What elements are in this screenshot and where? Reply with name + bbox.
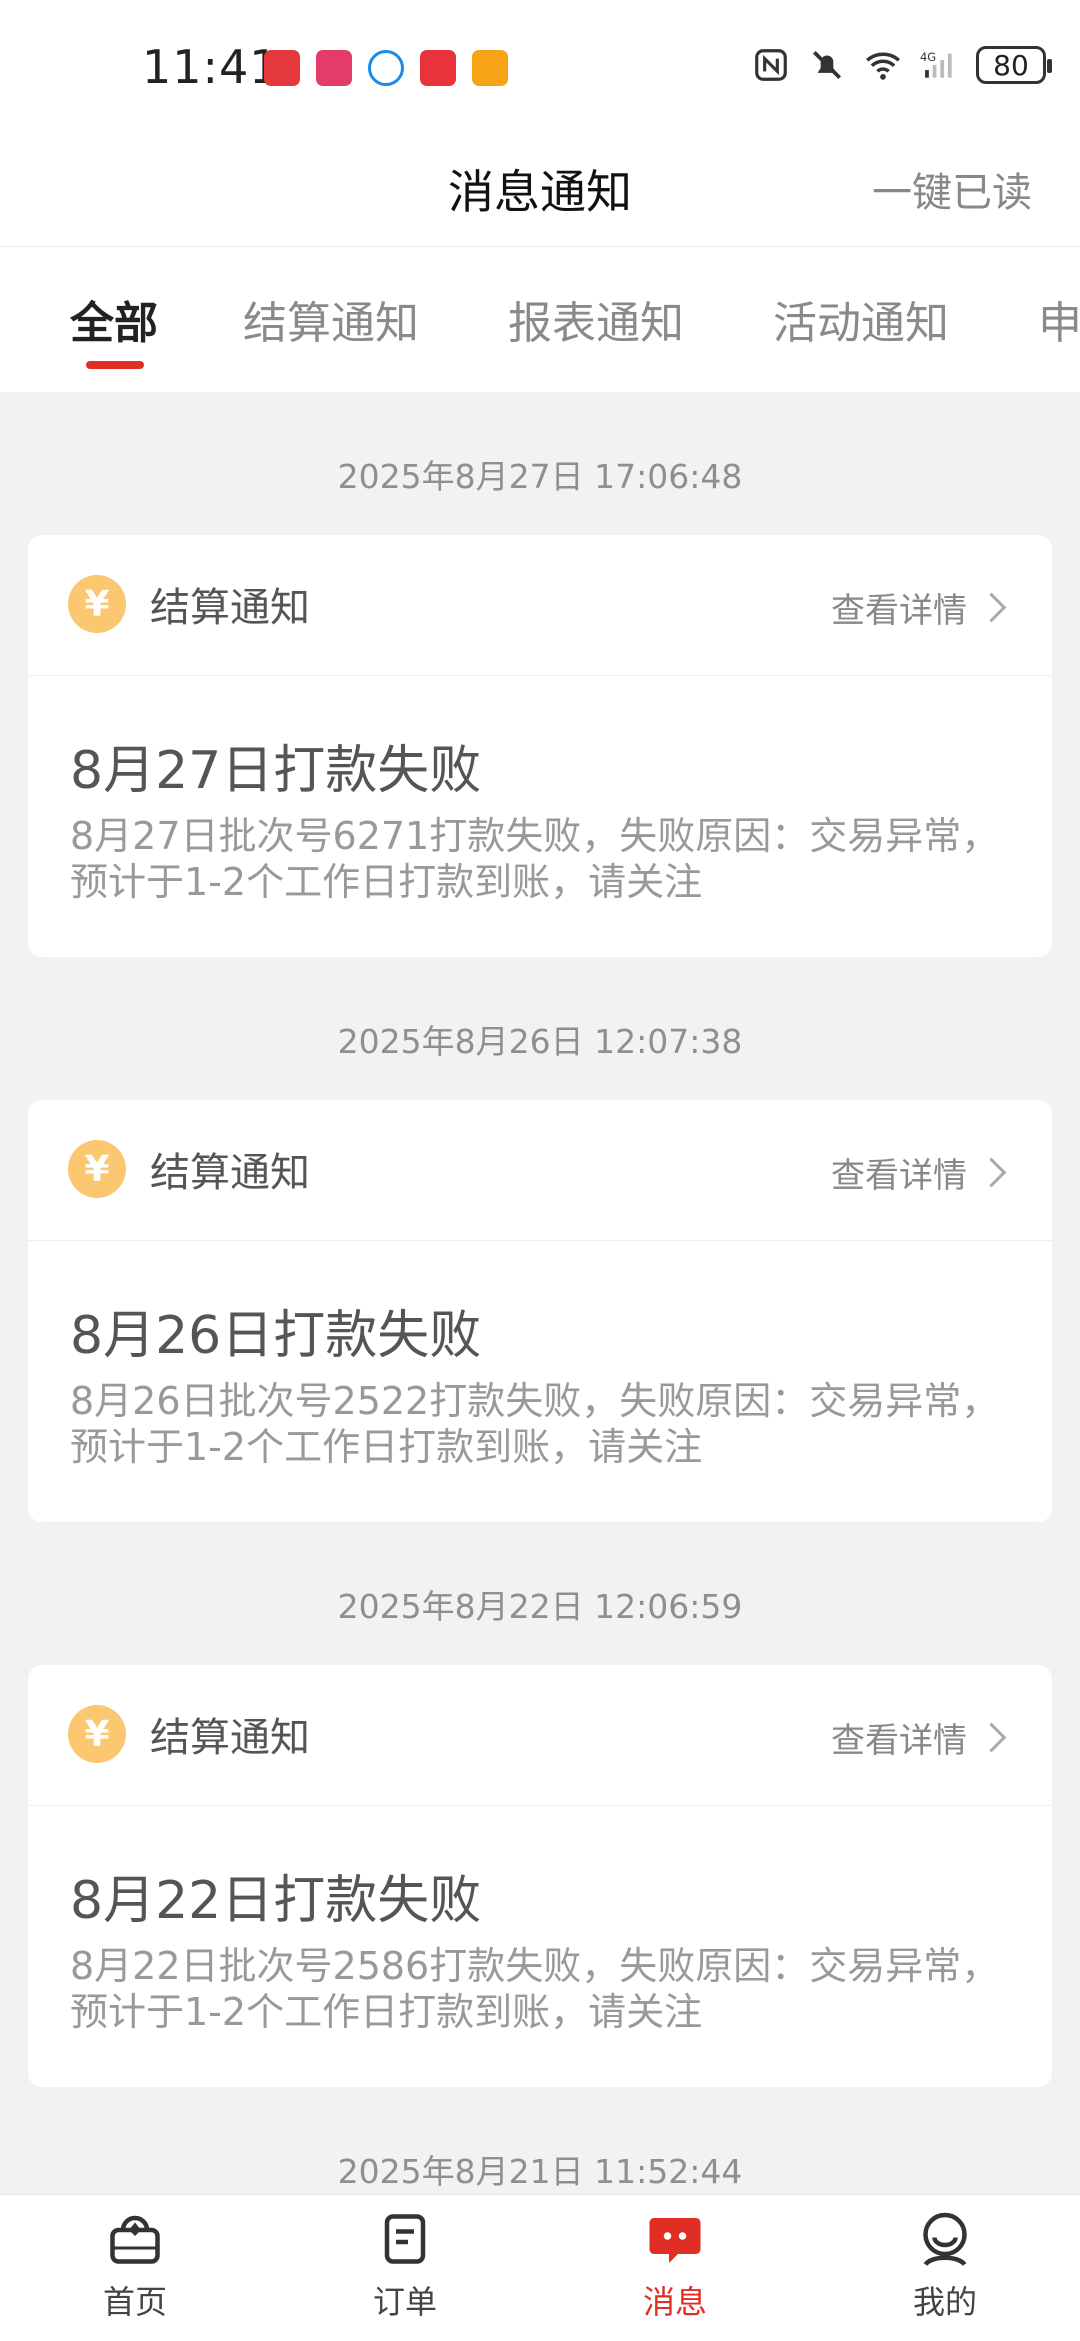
message-group: 2025年8月21日 11:52:44 [0, 2087, 1080, 2194]
message-timestamp: 2025年8月27日 17:06:48 [337, 457, 743, 496]
header: 消息通知 一键已读 [0, 130, 1080, 247]
nav-orders[interactable]: 订单 [325, 2209, 485, 2323]
home-icon [110, 2215, 160, 2264]
nav-home[interactable]: 首页 [55, 2209, 215, 2323]
tab-settlement[interactable]: 结算通知 [243, 287, 419, 351]
active-tab-indicator [86, 361, 144, 369]
chevron-right-icon [976, 1722, 1007, 1753]
bottom-nav: 首页 订单 消息 我的 [0, 2194, 1080, 2341]
nav-label: 我的 [912, 2283, 977, 2321]
view-detail-link[interactable]: 查看详情 [831, 1713, 1007, 1762]
nav-label: 首页 [102, 2283, 167, 2321]
message-card-header: ¥ 结算通知 查看详情 [28, 1100, 1052, 1241]
message-card-body: 8月27日打款失败 8月27日批次号6271打款失败，失败原因：交易异常，预计于… [28, 676, 1052, 957]
category-tabs: 全部 结算通知 报表通知 活动通知 申 [0, 247, 1080, 392]
message-card-header: ¥ 结算通知 查看详情 [28, 535, 1052, 676]
message-type: 结算通知 [150, 1715, 310, 1761]
view-detail-link[interactable]: 查看详情 [831, 583, 1007, 632]
view-detail-label: 查看详情 [831, 591, 967, 631]
message-card-header: ¥ 结算通知 查看详情 [28, 1665, 1052, 1806]
message-title: 8月27日打款失败 [70, 741, 482, 801]
message-card[interactable]: ¥ 结算通知 查看详情 8月26日打款失败 8月26日批次号2522打款失败，失… [28, 1100, 1052, 1522]
message-card[interactable]: ¥ 结算通知 查看详情 8月27日打款失败 8月27日批次号6271打款失败，失… [28, 535, 1052, 957]
message-timestamp: 2025年8月26日 12:07:38 [337, 1022, 743, 1061]
message-list[interactable]: 2025年8月27日 17:06:48 ¥ 结算通知 查看详情 8月27日打款失… [0, 392, 1080, 2194]
nav-label: 订单 [372, 2283, 437, 2321]
signal-4g-icon: 4G [920, 50, 952, 78]
message-group: 2025年8月22日 12:06:59 ¥ 结算通知 查看详情 8月22日打款失… [0, 1522, 1080, 2087]
view-detail-label: 查看详情 [831, 1721, 967, 1761]
view-detail-link[interactable]: 查看详情 [831, 1148, 1007, 1197]
yen-icon: ¥ [68, 1705, 126, 1763]
view-detail-label: 查看详情 [831, 1156, 967, 1196]
message-text: 8月27日批次号6271打款失败，失败原因：交易异常，预计于1-2个工作日打款到… [70, 814, 1000, 904]
message-group: 2025年8月27日 17:06:48 ¥ 结算通知 查看详情 8月27日打款失… [0, 392, 1080, 957]
huawei-app-icon [316, 50, 352, 86]
mark-all-read-button[interactable]: 一键已读 [872, 160, 1032, 218]
status-bar: 11:41 4G 80 [0, 0, 1080, 130]
chevron-right-icon [976, 1157, 1007, 1188]
tab-apply[interactable]: 申 [1038, 287, 1080, 351]
tab-activity[interactable]: 活动通知 [773, 287, 949, 351]
jd-app-icon [264, 50, 300, 86]
video-app-icon [472, 50, 508, 86]
chat-app-icon [368, 50, 404, 86]
wifi-icon [866, 52, 900, 80]
message-text: 8月26日批次号2522打款失败，失败原因：交易异常，预计于1-2个工作日打款到… [70, 1379, 1000, 1469]
message-text: 8月22日批次号2586打款失败，失败原因：交易异常，预计于1-2个工作日打款到… [70, 1944, 1000, 2034]
message-title: 8月22日打款失败 [70, 1871, 482, 1931]
order-icon [384, 2214, 426, 2264]
tab-all[interactable]: 全部 [70, 287, 158, 351]
status-right: 4G 80 [752, 46, 1052, 84]
message-group: 2025年8月26日 12:07:38 ¥ 结算通知 查看详情 8月26日打款失… [0, 957, 1080, 1522]
svg-text:4G: 4G [920, 50, 936, 64]
nav-label: 消息 [642, 2283, 707, 2321]
nfc-icon [755, 49, 787, 81]
message-timestamp: 2025年8月22日 12:06:59 [337, 1587, 743, 1626]
nav-profile[interactable]: 我的 [865, 2209, 1025, 2323]
red-app-icon [420, 50, 456, 86]
yen-icon: ¥ [68, 575, 126, 633]
battery-level: 80 [993, 48, 1029, 82]
message-timestamp: 2025年8月21日 11:52:44 [337, 2152, 743, 2191]
chevron-right-icon [976, 592, 1007, 623]
message-card[interactable]: ¥ 结算通知 查看详情 8月22日打款失败 8月22日批次号2586打款失败，失… [28, 1665, 1052, 2087]
message-card-body: 8月26日打款失败 8月26日批次号2522打款失败，失败原因：交易异常，预计于… [28, 1241, 1052, 1522]
message-title: 8月26日打款失败 [70, 1306, 482, 1366]
message-type: 结算通知 [150, 585, 310, 631]
status-time: 11:41 [142, 40, 280, 94]
tab-report[interactable]: 报表通知 [508, 287, 684, 351]
message-card-body: 8月22日打款失败 8月22日批次号2586打款失败，失败原因：交易异常，预计于… [28, 1806, 1052, 2087]
yen-icon: ¥ [68, 1140, 126, 1198]
message-icon [649, 2218, 701, 2263]
profile-icon [923, 2212, 967, 2267]
status-app-icons [264, 50, 508, 86]
message-type: 结算通知 [150, 1150, 310, 1196]
nav-messages[interactable]: 消息 [595, 2209, 755, 2323]
battery-icon: 80 [976, 46, 1052, 84]
mute-icon [812, 50, 842, 80]
